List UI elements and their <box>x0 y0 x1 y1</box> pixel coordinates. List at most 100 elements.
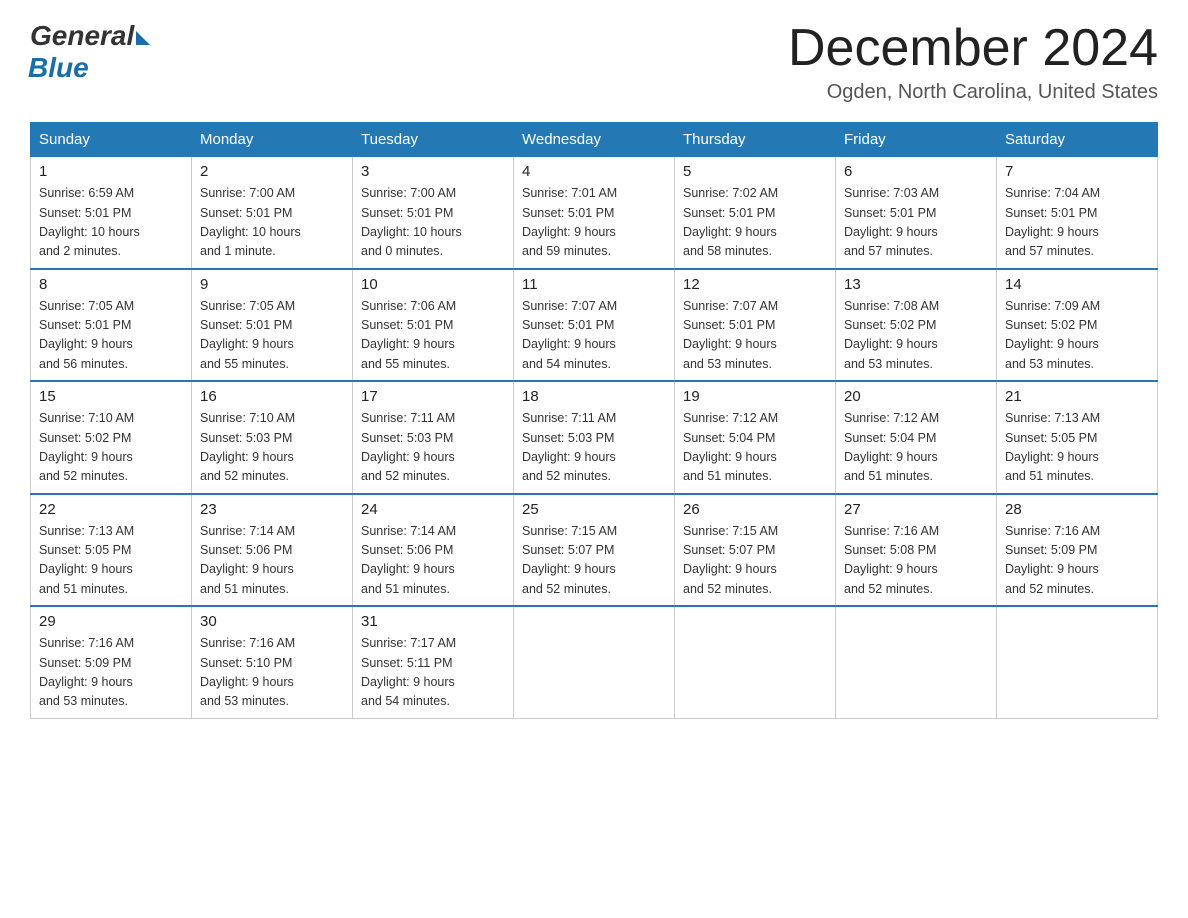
day-info: Sunrise: 7:09 AM Sunset: 5:02 PM Dayligh… <box>1005 297 1149 375</box>
calendar-cell: 7 Sunrise: 7:04 AM Sunset: 5:01 PM Daylig… <box>997 157 1158 269</box>
day-info: Sunrise: 7:10 AM Sunset: 5:03 PM Dayligh… <box>200 409 344 487</box>
calendar-header-row: SundayMondayTuesdayWednesdayThursdayFrid… <box>31 123 1158 157</box>
day-info: Sunrise: 7:12 AM Sunset: 5:04 PM Dayligh… <box>683 409 827 487</box>
calendar-cell: 13 Sunrise: 7:08 AM Sunset: 5:02 PM Dayli… <box>836 269 997 382</box>
logo: General Blue <box>30 20 150 84</box>
calendar-day-header: Thursday <box>675 123 836 157</box>
calendar-cell: 6Sunrise: 7:03 AM Sunset: 5:01 PM Daylig… <box>836 157 997 269</box>
calendar-cell: 8 Sunrise: 7:05 AM Sunset: 5:01 PM Daylig… <box>31 269 192 382</box>
day-info: Sunrise: 7:13 AM Sunset: 5:05 PM Dayligh… <box>39 522 183 600</box>
calendar-cell: 15Sunrise: 7:10 AM Sunset: 5:02 PM Dayli… <box>31 381 192 494</box>
day-number: 27 <box>844 501 988 518</box>
day-number: 1 <box>39 163 183 180</box>
day-number: 4 <box>522 163 666 180</box>
calendar-cell: 26 Sunrise: 7:15 AM Sunset: 5:07 PM Dayli… <box>675 494 836 607</box>
day-number: 22 <box>39 501 183 518</box>
logo-blue-text: Blue <box>28 52 89 84</box>
day-number: 31 <box>361 613 505 630</box>
day-info: Sunrise: 7:05 AM Sunset: 5:01 PM Dayligh… <box>200 297 344 375</box>
day-number: 30 <box>200 613 344 630</box>
calendar-cell: 24 Sunrise: 7:14 AM Sunset: 5:06 PM Dayli… <box>353 494 514 607</box>
day-info: Sunrise: 7:01 AM Sunset: 5:01 PM Dayligh… <box>522 184 666 262</box>
logo-arrow-icon <box>136 31 150 45</box>
day-number: 17 <box>361 388 505 405</box>
calendar-cell: 25 Sunrise: 7:15 AM Sunset: 5:07 PM Dayli… <box>514 494 675 607</box>
day-number: 10 <box>361 276 505 293</box>
calendar-cell: 4 Sunrise: 7:01 AM Sunset: 5:01 PM Daylig… <box>514 157 675 269</box>
day-number: 29 <box>39 613 183 630</box>
day-info: Sunrise: 7:16 AM Sunset: 5:09 PM Dayligh… <box>39 634 183 712</box>
day-number: 24 <box>361 501 505 518</box>
calendar-cell: 11Sunrise: 7:07 AM Sunset: 5:01 PM Dayli… <box>514 269 675 382</box>
day-info: Sunrise: 7:14 AM Sunset: 5:06 PM Dayligh… <box>200 522 344 600</box>
calendar-week-row: 22 Sunrise: 7:13 AM Sunset: 5:05 PM Dayli… <box>31 494 1158 607</box>
calendar-cell: 10Sunrise: 7:06 AM Sunset: 5:01 PM Dayli… <box>353 269 514 382</box>
calendar-cell: 3 Sunrise: 7:00 AM Sunset: 5:01 PM Daylig… <box>353 157 514 269</box>
calendar-cell: 16Sunrise: 7:10 AM Sunset: 5:03 PM Dayli… <box>192 381 353 494</box>
day-info: Sunrise: 7:05 AM Sunset: 5:01 PM Dayligh… <box>39 297 183 375</box>
calendar-day-header: Monday <box>192 123 353 157</box>
day-number: 18 <box>522 388 666 405</box>
day-info: Sunrise: 7:00 AM Sunset: 5:01 PM Dayligh… <box>200 184 344 262</box>
calendar-week-row: 15Sunrise: 7:10 AM Sunset: 5:02 PM Dayli… <box>31 381 1158 494</box>
calendar-day-header: Sunday <box>31 123 192 157</box>
day-number: 14 <box>1005 276 1149 293</box>
calendar-cell: 9 Sunrise: 7:05 AM Sunset: 5:01 PM Daylig… <box>192 269 353 382</box>
day-number: 11 <box>522 276 666 293</box>
day-info: Sunrise: 7:04 AM Sunset: 5:01 PM Dayligh… <box>1005 184 1149 262</box>
day-number: 8 <box>39 276 183 293</box>
calendar-cell: 14 Sunrise: 7:09 AM Sunset: 5:02 PM Dayli… <box>997 269 1158 382</box>
day-number: 21 <box>1005 388 1149 405</box>
day-info: Sunrise: 7:14 AM Sunset: 5:06 PM Dayligh… <box>361 522 505 600</box>
day-info: Sunrise: 7:16 AM Sunset: 5:09 PM Dayligh… <box>1005 522 1149 600</box>
location-text: Ogden, North Carolina, United States <box>788 81 1158 104</box>
day-number: 25 <box>522 501 666 518</box>
calendar-week-row: 1 Sunrise: 6:59 AM Sunset: 5:01 PM Daylig… <box>31 157 1158 269</box>
calendar-cell: 1 Sunrise: 6:59 AM Sunset: 5:01 PM Daylig… <box>31 157 192 269</box>
calendar-cell: 31 Sunrise: 7:17 AM Sunset: 5:11 PM Dayli… <box>353 606 514 718</box>
calendar-week-row: 29 Sunrise: 7:16 AM Sunset: 5:09 PM Dayli… <box>31 606 1158 718</box>
day-number: 13 <box>844 276 988 293</box>
calendar-cell <box>836 606 997 718</box>
day-number: 9 <box>200 276 344 293</box>
day-info: Sunrise: 7:02 AM Sunset: 5:01 PM Dayligh… <box>683 184 827 262</box>
calendar-cell: 21 Sunrise: 7:13 AM Sunset: 5:05 PM Dayli… <box>997 381 1158 494</box>
day-number: 19 <box>683 388 827 405</box>
day-info: Sunrise: 7:07 AM Sunset: 5:01 PM Dayligh… <box>683 297 827 375</box>
day-info: Sunrise: 7:08 AM Sunset: 5:02 PM Dayligh… <box>844 297 988 375</box>
calendar-cell: 5Sunrise: 7:02 AM Sunset: 5:01 PM Daylig… <box>675 157 836 269</box>
day-info: Sunrise: 7:17 AM Sunset: 5:11 PM Dayligh… <box>361 634 505 712</box>
day-number: 26 <box>683 501 827 518</box>
calendar-day-header: Friday <box>836 123 997 157</box>
day-info: Sunrise: 7:16 AM Sunset: 5:08 PM Dayligh… <box>844 522 988 600</box>
calendar-day-header: Tuesday <box>353 123 514 157</box>
day-number: 7 <box>1005 163 1149 180</box>
day-number: 20 <box>844 388 988 405</box>
day-number: 12 <box>683 276 827 293</box>
calendar-cell: 2 Sunrise: 7:00 AM Sunset: 5:01 PM Daylig… <box>192 157 353 269</box>
calendar-cell: 30Sunrise: 7:16 AM Sunset: 5:10 PM Dayli… <box>192 606 353 718</box>
day-info: Sunrise: 7:15 AM Sunset: 5:07 PM Dayligh… <box>683 522 827 600</box>
day-info: Sunrise: 7:10 AM Sunset: 5:02 PM Dayligh… <box>39 409 183 487</box>
day-info: Sunrise: 7:00 AM Sunset: 5:01 PM Dayligh… <box>361 184 505 262</box>
day-info: Sunrise: 7:12 AM Sunset: 5:04 PM Dayligh… <box>844 409 988 487</box>
day-number: 2 <box>200 163 344 180</box>
calendar-cell: 18Sunrise: 7:11 AM Sunset: 5:03 PM Dayli… <box>514 381 675 494</box>
day-info: Sunrise: 6:59 AM Sunset: 5:01 PM Dayligh… <box>39 184 183 262</box>
calendar-cell: 20 Sunrise: 7:12 AM Sunset: 5:04 PM Dayli… <box>836 381 997 494</box>
day-info: Sunrise: 7:03 AM Sunset: 5:01 PM Dayligh… <box>844 184 988 262</box>
day-number: 28 <box>1005 501 1149 518</box>
day-info: Sunrise: 7:13 AM Sunset: 5:05 PM Dayligh… <box>1005 409 1149 487</box>
calendar-cell: 29 Sunrise: 7:16 AM Sunset: 5:09 PM Dayli… <box>31 606 192 718</box>
calendar-cell: 27 Sunrise: 7:16 AM Sunset: 5:08 PM Dayli… <box>836 494 997 607</box>
day-number: 3 <box>361 163 505 180</box>
title-block: December 2024 Ogden, North Carolina, Uni… <box>788 20 1158 104</box>
day-info: Sunrise: 7:15 AM Sunset: 5:07 PM Dayligh… <box>522 522 666 600</box>
calendar-cell: 23Sunrise: 7:14 AM Sunset: 5:06 PM Dayli… <box>192 494 353 607</box>
calendar-cell <box>997 606 1158 718</box>
calendar-day-header: Saturday <box>997 123 1158 157</box>
calendar-cell: 28 Sunrise: 7:16 AM Sunset: 5:09 PM Dayli… <box>997 494 1158 607</box>
calendar-cell: 12 Sunrise: 7:07 AM Sunset: 5:01 PM Dayli… <box>675 269 836 382</box>
page-header: General Blue December 2024 Ogden, North … <box>30 20 1158 104</box>
day-info: Sunrise: 7:11 AM Sunset: 5:03 PM Dayligh… <box>361 409 505 487</box>
